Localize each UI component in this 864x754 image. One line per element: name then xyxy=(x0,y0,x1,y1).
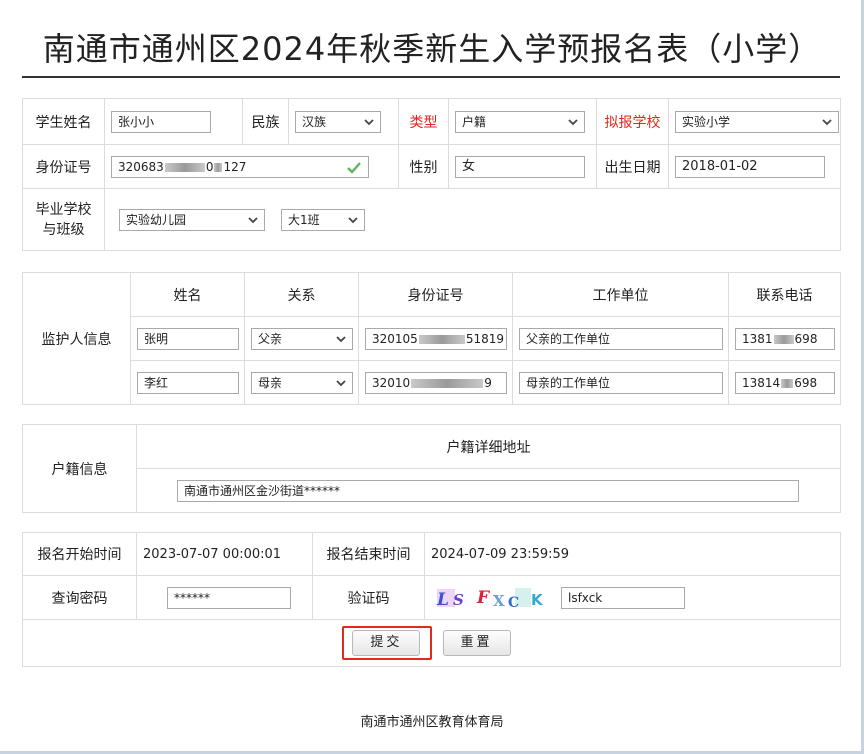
grad-class-value: 大1班 xyxy=(288,212,320,227)
guardian-phone-input[interactable]: 13814 698 xyxy=(735,371,835,394)
captcha-char-4: X xyxy=(493,592,505,610)
guardian-header-phone: 联系电话 xyxy=(728,272,841,317)
student-id-input[interactable]: 320683 0 127 xyxy=(111,155,369,178)
captcha-char-3: F xyxy=(476,588,491,608)
gender-input[interactable]: 女 xyxy=(455,155,585,178)
title-divider xyxy=(22,76,840,78)
guardian-relation-select[interactable]: 父亲 xyxy=(251,327,353,350)
end-time-value: 2024-07-09 23:59:59 xyxy=(424,532,841,576)
guardian-table: 监护人信息 姓名 关系 身份证号 工作单位 联系电话 张明 父亲 320105 5… xyxy=(22,272,841,405)
ethnicity-value: 汉族 xyxy=(302,114,327,129)
id-suffix: 127 xyxy=(223,159,247,174)
guardian-id-suffix: 51819 xyxy=(465,331,504,346)
chevron-down-icon xyxy=(336,335,346,342)
captcha-label: 验证码 xyxy=(312,575,425,620)
id-prefix: 320683 xyxy=(118,159,164,174)
student-info-table: 学生姓名 张小小 民族 汉族 类型 户籍 拟报学校 实验小学 身份证号 3206… xyxy=(22,98,841,251)
household-table: 户籍信息 户籍详细地址 南通市通州区金沙街道****** xyxy=(22,424,841,513)
guardian-id-suffix: 9 xyxy=(484,375,492,390)
footer-text: 南通市通州区教育体育局 xyxy=(360,715,504,730)
reset-button[interactable]: 重置 xyxy=(442,630,511,656)
grad-label-line2: 与班级 xyxy=(42,221,85,238)
guardian-phone-suffix: 698 xyxy=(794,331,818,346)
guardian-id-input[interactable]: 32010 9 xyxy=(365,371,507,394)
guardian-name-input[interactable]: 李红 xyxy=(137,371,239,394)
captcha-char-2: S xyxy=(453,591,464,609)
grad-school-label: 毕业学校 与班级 xyxy=(22,188,105,251)
password-input[interactable]: ****** xyxy=(167,586,291,609)
grad-school-select[interactable]: 实验幼儿园 xyxy=(119,208,265,231)
guardian-id-prefix: 32010 xyxy=(372,375,411,390)
guardian-phone-prefix: 13814 xyxy=(742,375,781,390)
guardian-id-input[interactable]: 320105 51819 xyxy=(365,327,507,350)
page-title: 南通市通州区2024年秋季新生入学预报名表（小学） xyxy=(42,30,822,68)
gender-label: 性别 xyxy=(398,144,449,189)
ethnicity-label: 民族 xyxy=(242,98,289,145)
guardian-work-input[interactable]: 父亲的工作单位 xyxy=(519,327,723,350)
grad-label-line1: 毕业学校 xyxy=(35,201,92,218)
chevron-down-icon xyxy=(348,216,358,223)
address-header: 户籍详细地址 xyxy=(136,424,841,469)
masked-digits xyxy=(411,378,484,388)
guardian-relation-value: 父亲 xyxy=(258,331,283,346)
masked-digits xyxy=(418,334,465,344)
household-section-label: 户籍信息 xyxy=(22,424,137,513)
password-label: 查询密码 xyxy=(22,575,137,620)
chevron-down-icon xyxy=(336,379,346,386)
masked-digits xyxy=(773,334,794,344)
grad-class-select[interactable]: 大1班 xyxy=(281,208,365,231)
masked-digits xyxy=(214,162,223,172)
chevron-down-icon xyxy=(568,118,578,125)
school-value: 实验小学 xyxy=(682,114,731,129)
start-time-value: 2023-07-07 00:00:01 xyxy=(136,532,313,576)
chevron-down-icon xyxy=(248,216,258,223)
masked-digits xyxy=(164,162,205,172)
student-name-input[interactable]: 张小小 xyxy=(111,110,211,133)
school-label: 拟报学校 xyxy=(596,98,669,145)
guardian-phone-input[interactable]: 1381 698 xyxy=(735,327,835,350)
start-time-label: 报名开始时间 xyxy=(22,532,137,576)
captcha-char-5: C xyxy=(508,595,519,611)
page: 南通市通州区2024年秋季新生入学预报名表（小学） 学生姓名 张小小 民族 汉族… xyxy=(0,0,864,754)
chevron-down-icon xyxy=(822,118,832,125)
type-value: 户籍 xyxy=(462,114,487,129)
ethnicity-select[interactable]: 汉族 xyxy=(295,110,381,133)
birth-label: 出生日期 xyxy=(596,144,669,189)
guardian-phone-suffix: 698 xyxy=(794,375,818,390)
captcha-input[interactable]: lsfxck xyxy=(561,586,685,609)
captcha-char-6: K xyxy=(531,591,544,609)
submit-highlight xyxy=(342,626,432,660)
guardian-name-input[interactable]: 张明 xyxy=(137,327,239,350)
guardian-phone-prefix: 1381 xyxy=(742,331,773,346)
check-icon xyxy=(347,161,361,174)
guardian-relation-select[interactable]: 母亲 xyxy=(251,371,353,394)
grad-school-value: 实验幼儿园 xyxy=(126,212,187,227)
table-row: 李红 母亲 32010 9 母亲的工作单位 13814 698 xyxy=(23,360,841,405)
id-mid: 0 xyxy=(205,159,214,174)
guardian-section-label: 监护人信息 xyxy=(22,272,131,405)
type-label: 类型 xyxy=(398,98,449,145)
captcha-image[interactable]: L S F X C K xyxy=(431,584,549,611)
table-row: 张明 父亲 320105 51819 父亲的工作单位 1381 698 xyxy=(23,316,841,361)
guardian-header-id: 身份证号 xyxy=(358,272,513,317)
address-input[interactable]: 南通市通州区金沙街道****** xyxy=(177,479,799,502)
end-time-label: 报名结束时间 xyxy=(312,532,425,576)
student-name-label: 学生姓名 xyxy=(22,98,105,145)
guardian-header-relation: 关系 xyxy=(244,272,359,317)
school-select[interactable]: 实验小学 xyxy=(675,110,839,133)
id-label: 身份证号 xyxy=(22,144,105,189)
guardian-relation-value: 母亲 xyxy=(258,375,283,390)
masked-digits xyxy=(781,378,794,388)
type-select[interactable]: 户籍 xyxy=(455,110,585,133)
guardian-id-prefix: 320105 xyxy=(372,331,418,346)
birth-date-input[interactable]: 2018-01-02 xyxy=(675,155,825,178)
chevron-down-icon xyxy=(364,118,374,125)
guardian-header-work: 工作单位 xyxy=(512,272,729,317)
captcha-char-1: L xyxy=(436,590,449,610)
guardian-work-input[interactable]: 母亲的工作单位 xyxy=(519,371,723,394)
guardian-header-name: 姓名 xyxy=(130,272,245,317)
